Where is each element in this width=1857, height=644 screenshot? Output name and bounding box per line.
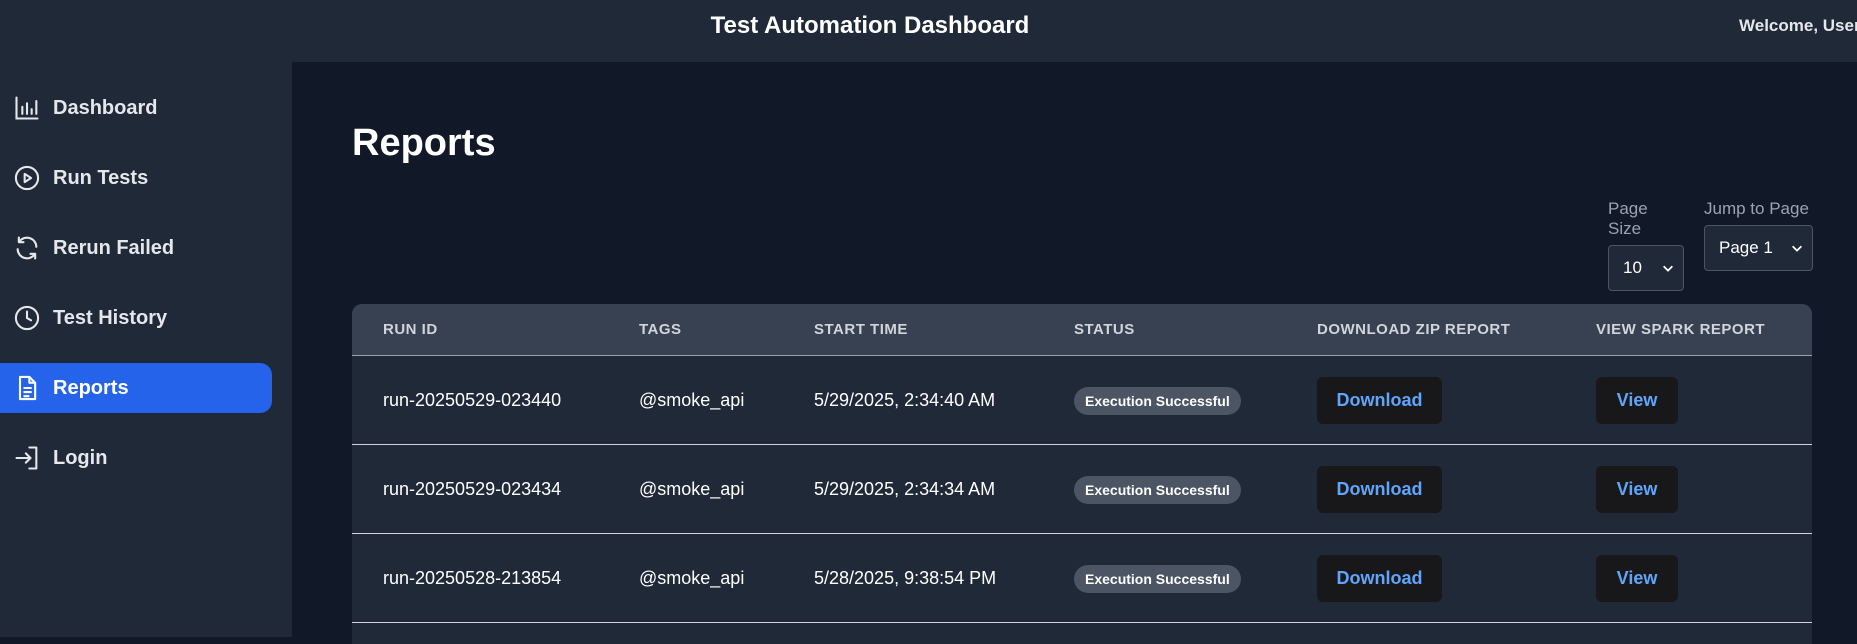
- jump-to-page-control: Jump to Page Page 1: [1704, 199, 1813, 271]
- status-badge: Execution Successful: [1074, 564, 1241, 593]
- chevron-down-icon: [1792, 245, 1802, 252]
- column-header-tags: TAGS: [639, 321, 682, 338]
- main-content: Reports Page Size 10 Jump to Page Page 1…: [292, 62, 1857, 644]
- status-cell: Execution Successful: [1074, 445, 1241, 534]
- sidebar-item-label: Login: [53, 446, 108, 469]
- view-button[interactable]: View: [1596, 377, 1678, 424]
- sidebar-item-label: Dashboard: [53, 96, 158, 119]
- sidebar-item-label: Rerun Failed: [53, 236, 175, 259]
- top-bar: Test Automation Dashboard Welcome, User: [0, 0, 1857, 62]
- page-size-select[interactable]: 10: [1608, 245, 1684, 291]
- play-circle-icon: [13, 164, 41, 192]
- tags-cell: @smoke_api: [639, 390, 745, 410]
- table-header: RUN ID TAGS START TIME STATUS DOWNLOAD Z…: [352, 304, 1812, 356]
- reports-table: RUN ID TAGS START TIME STATUS DOWNLOAD Z…: [352, 304, 1812, 644]
- sidebar-item-label: Test History: [53, 306, 168, 329]
- sidebar-item-reports[interactable]: Reports: [0, 363, 272, 413]
- download-cell: Download: [1317, 534, 1442, 623]
- page-size-label: Page Size: [1608, 199, 1648, 238]
- page-title: Reports: [352, 122, 496, 164]
- page-size-value: 10: [1623, 258, 1642, 277]
- table-row: run-20250529-023440 @smoke_api 5/29/2025…: [352, 356, 1812, 445]
- start-time-cell: 5/29/2025, 2:34:40 AM: [814, 390, 996, 410]
- chevron-down-icon: [1663, 265, 1673, 272]
- status-cell: Execution Successful: [1074, 356, 1241, 445]
- page-size-control: Page Size 10: [1608, 199, 1684, 291]
- view-button[interactable]: View: [1596, 466, 1678, 513]
- document-icon: [13, 374, 41, 402]
- view-cell: View: [1596, 534, 1678, 623]
- status-badge: Execution Successful: [1074, 386, 1241, 415]
- jump-to-page-value: Page 1: [1719, 238, 1773, 257]
- download-cell: Download: [1317, 356, 1442, 445]
- login-icon: [13, 444, 41, 472]
- sidebar-item-test-history[interactable]: Test History: [0, 293, 272, 343]
- view-button[interactable]: View: [1596, 555, 1678, 602]
- tags-cell: @smoke_api: [639, 568, 745, 588]
- column-header-download-zip: DOWNLOAD ZIP REPORT: [1317, 321, 1511, 338]
- view-cell: View: [1596, 445, 1678, 534]
- jump-to-page-label: Jump to Page: [1704, 199, 1809, 218]
- table-row: run-20250528-213854 @smoke_api 5/28/2025…: [352, 534, 1812, 623]
- column-header-view-spark: VIEW SPARK REPORT: [1596, 321, 1766, 338]
- sidebar-item-dashboard[interactable]: Dashboard: [0, 83, 272, 133]
- start-time-cell: 5/29/2025, 2:34:34 AM: [814, 479, 996, 499]
- download-button[interactable]: Download: [1317, 555, 1442, 602]
- column-header-run-id: RUN ID: [383, 321, 438, 338]
- sidebar-item-run-tests[interactable]: Run Tests: [0, 153, 272, 203]
- run-id-cell: run-20250529-023440: [383, 390, 562, 410]
- status-cell: Execution Successful: [1074, 534, 1241, 623]
- clock-icon: [13, 304, 41, 332]
- column-header-start-time: START TIME: [814, 321, 908, 338]
- sidebar-item-rerun-failed[interactable]: Rerun Failed: [0, 223, 272, 273]
- download-button[interactable]: Download: [1317, 377, 1442, 424]
- view-cell: View: [1596, 356, 1678, 445]
- download-cell: Download: [1317, 445, 1442, 534]
- table-row: run-20250529-023434 @smoke_api 5/29/2025…: [352, 445, 1812, 534]
- tags-cell: @smoke_api: [639, 479, 745, 499]
- sidebar-item-label: Run Tests: [53, 166, 149, 189]
- bar-chart-icon: [13, 94, 41, 122]
- refresh-icon: [13, 234, 41, 262]
- start-time-cell: 5/28/2025, 9:38:54 PM: [814, 568, 997, 588]
- sidebar-item-label: Reports: [53, 376, 129, 399]
- jump-to-page-select[interactable]: Page 1: [1704, 225, 1813, 271]
- welcome-text: Welcome, User: [1739, 16, 1857, 35]
- run-id-cell: run-20250529-023434: [383, 479, 562, 499]
- run-id-cell: run-20250528-213854: [383, 568, 562, 588]
- sidebar-item-login[interactable]: Login: [0, 433, 272, 483]
- download-button[interactable]: Download: [1317, 466, 1442, 513]
- sidebar: Dashboard Run Tests Rerun Failed Test Hi…: [0, 62, 292, 637]
- app-title: Test Automation Dashboard: [710, 12, 1030, 39]
- column-header-status: STATUS: [1074, 321, 1135, 338]
- status-badge: Execution Successful: [1074, 475, 1241, 504]
